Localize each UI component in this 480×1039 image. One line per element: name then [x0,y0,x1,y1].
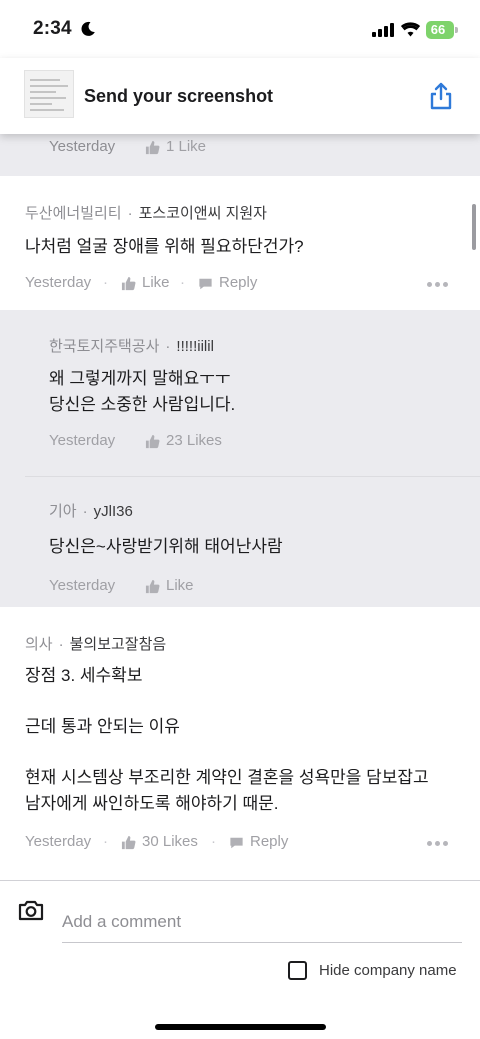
like-icon[interactable] [121,276,136,291]
comment-text-line: 근데 통과 안되는 이유 [25,717,180,736]
status-bar: 2:34 66 [0,0,480,58]
comment-time: Yesterday [25,274,92,291]
reply-time: Yesterday [49,577,116,594]
home-indicator [155,1024,326,1030]
cellular-signal-icon [372,23,394,37]
reply-item: Yesterday 1 Like [0,134,480,176]
like-icon[interactable] [121,835,136,850]
reply-time: Yesterday [49,138,116,155]
scrollbar[interactable] [472,204,476,250]
like-icon[interactable] [145,579,160,594]
replies-section: 한국토지주택공사 · !!!!!iilil 왜 그렇게까지 말해요ㅜㅜ 당신은 소중… [0,310,480,607]
comment-item: 의사 · 불의보고잘참음 장점 3. 세수확보 근데 통과 안되는 이유 현재 시스… [0,607,480,872]
reply-author: yJlI36 [93,503,133,520]
reply-icon[interactable] [229,836,244,850]
banner-title: Send your screenshot [84,86,274,106]
reply-button[interactable]: Reply [250,833,288,850]
screenshot-banner[interactable]: Send your screenshot [0,58,480,134]
comment-author: 불의보고잘참음 [69,636,167,653]
reply-text-line: 왜 그렇게까지 말해요ㅜㅜ [49,369,231,388]
like-count[interactable]: 1 Like [166,138,206,155]
like-icon[interactable] [145,434,160,449]
reply-item: 한국토지주택공사 · !!!!!iilil 왜 그렇게까지 말해요ㅜㅜ 당신은 소중… [0,310,480,472]
camera-icon[interactable] [18,899,44,921]
like-count[interactable]: 23 Likes [166,432,222,449]
comment-meta: 의사 · 불의보고잘참음 [25,636,167,653]
reply-time: Yesterday [49,432,116,449]
comment-input[interactable] [62,899,462,943]
reply-company: 한국토지주택공사 [49,338,160,355]
comment-feed: Yesterday 1 Like 두산에너빌리티 · 포스코이앤씨 지원자 나처럼 … [0,134,480,872]
comment-company: 두산에너빌리티 [25,205,122,222]
hide-company-checkbox[interactable] [288,961,307,980]
like-count[interactable]: 30 Likes [142,833,198,850]
comment-company: 의사 [25,636,53,653]
reply-icon[interactable] [198,277,213,291]
moon-icon [81,21,95,36]
reply-author: !!!!!iilil [176,338,214,355]
comment-composer: Hide company name [0,880,480,1039]
like-button[interactable]: Like [142,274,170,291]
reply-text: 당신은~사랑받기위해 태어난사람 [49,537,283,556]
share-icon[interactable] [428,82,454,110]
comment-text-line: 장점 3. 세수확보 [25,666,143,685]
more-options-icon[interactable] [427,282,449,288]
comment-text-line: 현재 시스템상 부조리한 계약인 결혼을 성욕만을 담보잡고 [25,768,429,787]
comment-time: Yesterday [25,833,92,850]
reply-meta: 기아 · yJlI36 [49,503,133,520]
reply-meta: 한국토지주택공사 · !!!!!iilil [49,338,214,355]
comment-meta: 두산에너빌리티 · 포스코이앤씨 지원자 [25,205,267,222]
status-time: 2:34 [33,18,72,39]
comment-text-line: 남자에게 싸인하도록 해야하기 때문. [25,794,279,813]
like-button[interactable]: Like [166,577,194,594]
more-options-icon[interactable] [427,841,449,847]
reply-button[interactable]: Reply [219,274,257,291]
like-icon[interactable] [145,140,160,155]
reply-text-line: 당신은 소중한 사람입니다. [49,395,236,414]
battery-level: 66 [430,22,446,37]
reply-company: 기아 [49,503,77,520]
comment-author: 포스코이앤씨 지원자 [138,205,267,222]
comment-item: 두산에너빌리티 · 포스코이앤씨 지원자 나처럼 얼굴 장애를 위해 필요하단건가?… [0,176,480,310]
battery-indicator: 66 [426,21,458,39]
comment-text: 나처럼 얼굴 장애를 위해 필요하단건가? [25,237,304,256]
hide-company-label[interactable]: Hide company name [319,962,457,979]
wifi-icon [400,22,421,37]
reply-item: 기아 · yJlI36 당신은~사랑받기위해 태어난사람 Yesterday Lik… [0,477,480,607]
screenshot-thumbnail[interactable] [24,70,74,118]
